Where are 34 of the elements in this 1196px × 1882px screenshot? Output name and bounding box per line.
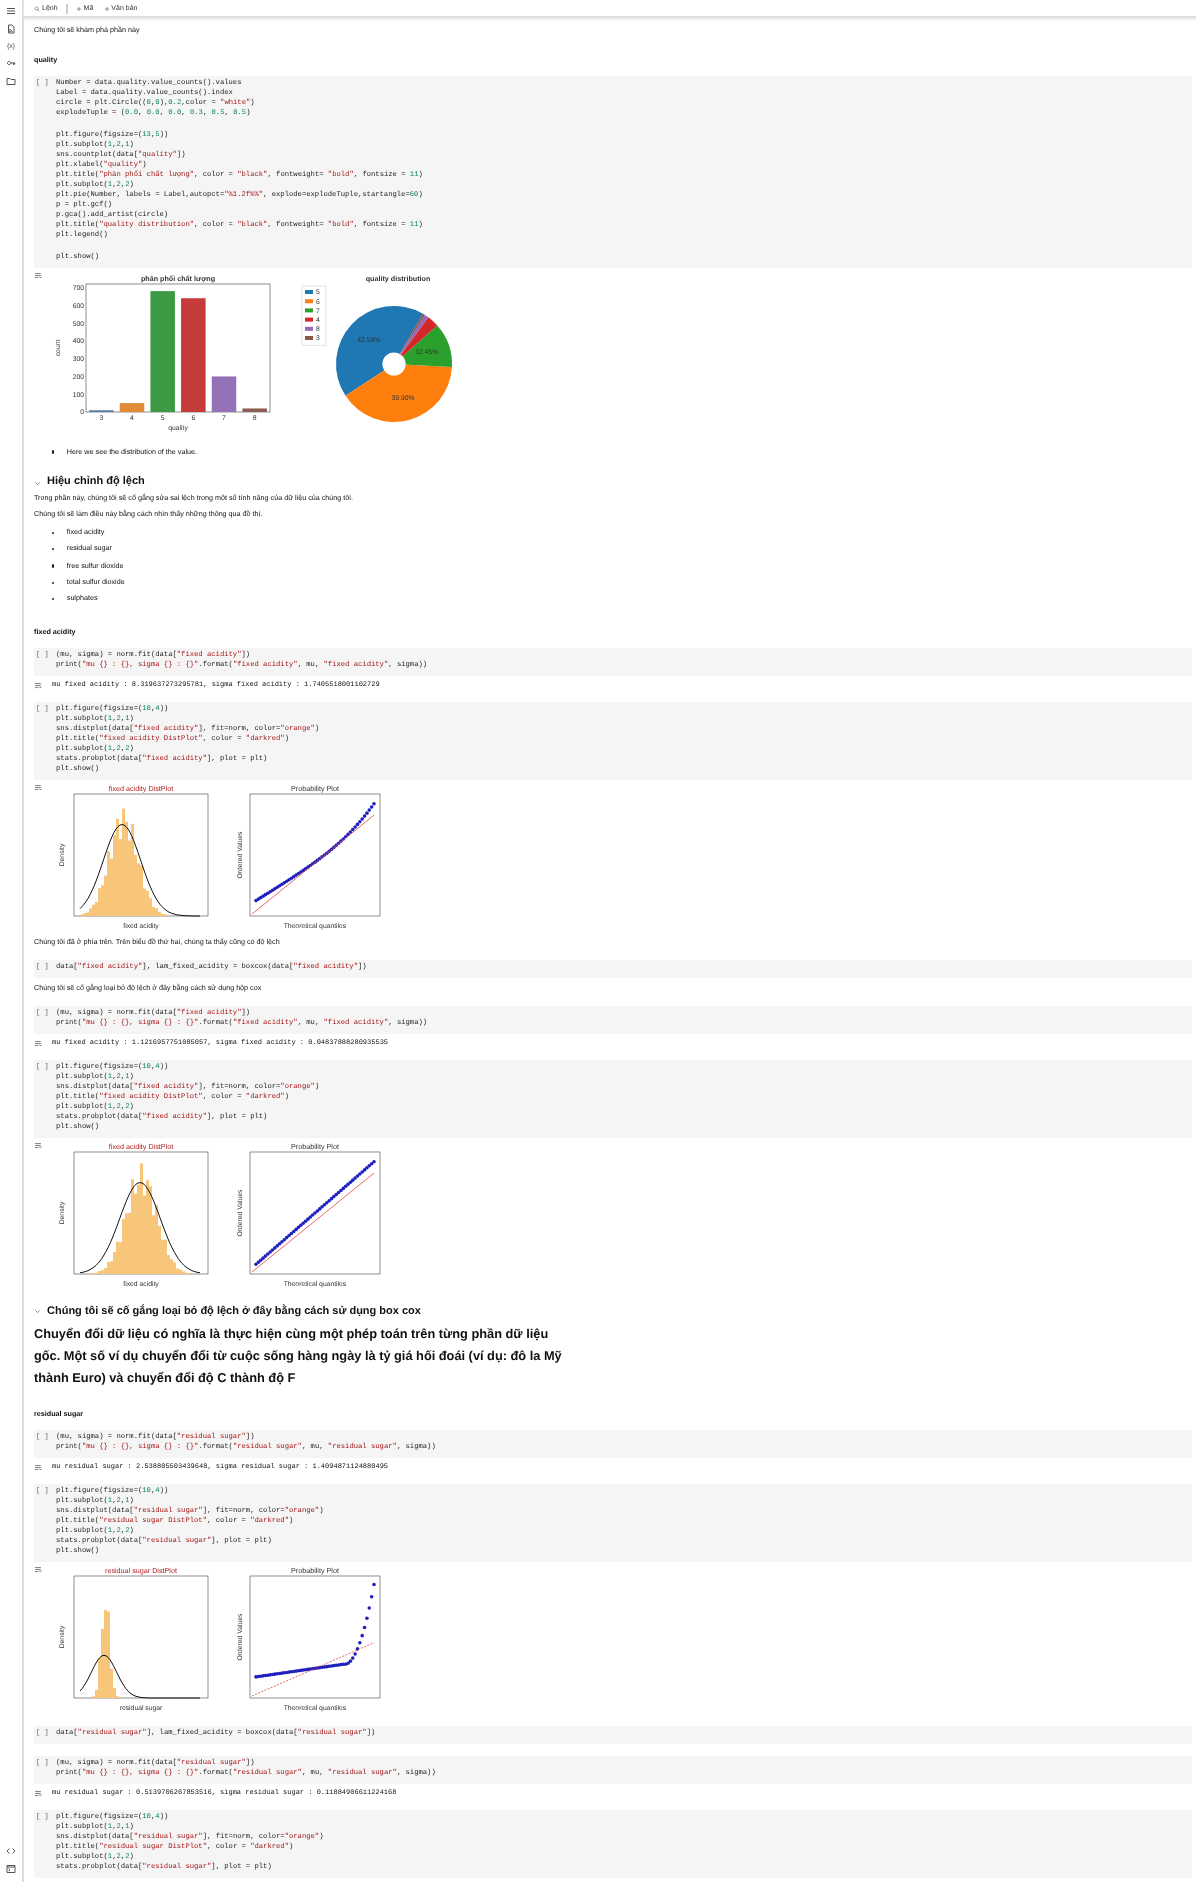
plot-frame [73,1575,209,1698]
menu-icon[interactable] [6,6,16,16]
legend-swatch [305,299,313,304]
folder-icon[interactable] [6,76,16,86]
plot-frame [73,793,209,916]
fit-curve [79,1181,201,1273]
code-icon[interactable] [6,1846,16,1856]
sample-points-drawing [254,1582,376,1679]
search-icon [34,5,40,11]
terminal-icon[interactable] [6,1864,16,1874]
fit-line [251,1172,375,1272]
sample-points-drawing [254,801,376,902]
bar [119,403,145,412]
file-search-icon[interactable] [6,24,16,34]
plot-frame [249,1575,381,1698]
fit-line [251,814,375,914]
legend-swatch [305,308,313,313]
fit-line [251,1641,375,1696]
histogram-drawing [80,808,170,916]
bar [211,376,237,412]
legend-swatch [305,317,313,322]
plot-frame [249,793,381,916]
key-icon[interactable] [6,58,16,68]
plus-icon [75,5,82,11]
plus-icon [103,5,110,11]
fit-curve [79,823,201,917]
fit-curve [79,1654,201,1699]
legend-swatch [305,326,313,331]
histogram-drawing [92,1609,119,1698]
output-icon[interactable] [34,272,42,280]
bar [181,298,206,412]
center-hole [382,352,406,376]
bar [150,291,175,412]
plot-frame [73,1151,209,1274]
